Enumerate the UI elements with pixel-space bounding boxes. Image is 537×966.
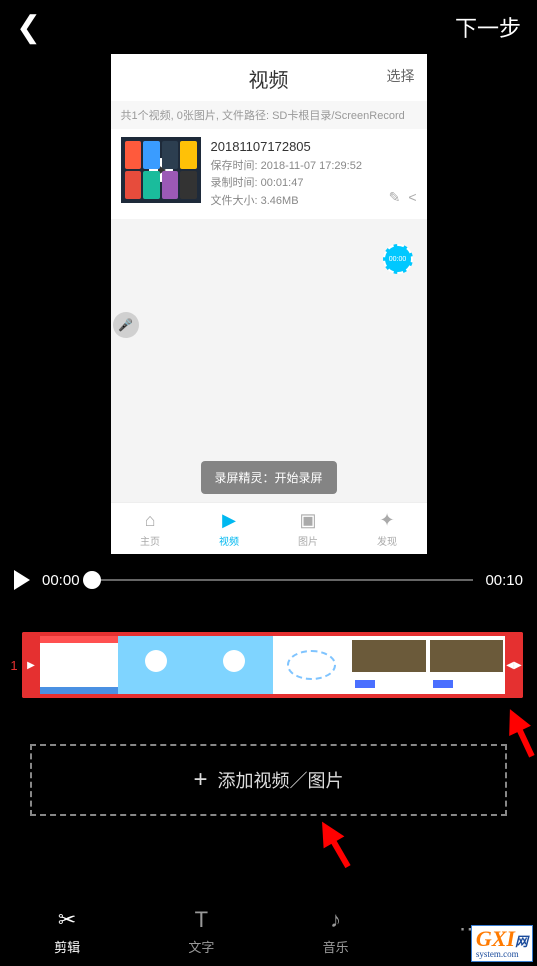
track-number: 1	[6, 658, 22, 673]
toast-message: 录屏精灵：开始录屏	[200, 461, 336, 494]
trim-handle-right[interactable]: ◀▶	[505, 632, 523, 698]
video-icon: ▶	[222, 510, 236, 531]
select-button[interactable]: 选择	[387, 66, 415, 86]
share-icon[interactable]: <	[408, 186, 416, 208]
timeline-frame	[350, 632, 428, 698]
annotation-arrow	[312, 816, 345, 849]
tab-text[interactable]: T 文字	[134, 896, 268, 966]
text-icon: T	[195, 907, 208, 933]
total-time: 00:10	[485, 572, 523, 589]
video-metadata: 20181107172805 保存时间: 2018-11-07 17:29:52…	[201, 137, 417, 211]
timeline: 1 ▶ ◀▶	[0, 602, 537, 698]
home-icon: ⌂	[145, 510, 156, 531]
current-time: 00:00	[42, 572, 80, 589]
preview-subtitle: 共1个视频, 0张图片, 文件路径: SD卡根目录/ScreenRecord	[111, 101, 427, 129]
timeline-frame	[118, 632, 196, 698]
video-thumbnail	[121, 137, 201, 203]
preview-title: 视频	[111, 64, 427, 93]
trim-handle-left[interactable]: ▶	[22, 632, 40, 698]
video-preview: 视频 选择 共1个视频, 0张图片, 文件路径: SD卡根目录/ScreenRe…	[111, 54, 427, 554]
timeline-frames[interactable]	[40, 632, 505, 698]
back-button[interactable]: ❮	[10, 10, 47, 45]
slider-knob[interactable]	[83, 571, 101, 589]
compass-icon: ✦	[379, 510, 394, 531]
playback-slider[interactable]	[92, 579, 474, 581]
tab-edit[interactable]: ✂ 剪辑	[0, 896, 134, 966]
next-step-button[interactable]: 下一步	[449, 11, 527, 43]
preview-tab-video[interactable]: ▶视频	[190, 503, 269, 554]
preview-tab-discover[interactable]: ✦发现	[348, 503, 427, 554]
playback-bar: 00:00 00:10	[0, 554, 537, 602]
music-icon: ♪	[330, 907, 341, 933]
play-button[interactable]	[14, 570, 30, 590]
watermark-logo: GXI网 system.com	[471, 925, 533, 962]
top-bar: ❮ 下一步	[0, 0, 537, 54]
preview-tab-image[interactable]: ▣图片	[269, 503, 348, 554]
timeline-frame	[428, 632, 506, 698]
timeline-frame	[273, 632, 351, 698]
preview-tab-home[interactable]: ⌂主页	[111, 503, 190, 554]
scissors-icon: ✂	[58, 907, 76, 933]
timeline-frame	[195, 632, 273, 698]
bottom-tab-bar: ✂ 剪辑 T 文字 ♪ 音乐 ⋯	[0, 896, 537, 966]
tab-music[interactable]: ♪ 音乐	[269, 896, 403, 966]
video-list-item[interactable]: 20181107172805 保存时间: 2018-11-07 17:29:52…	[111, 129, 427, 219]
mic-icon: 🎤	[113, 312, 139, 338]
preview-tab-bar: ⌂主页 ▶视频 ▣图片 ✦发现	[111, 502, 427, 554]
video-track[interactable]: ▶ ◀▶	[22, 632, 523, 698]
timeline-frame	[40, 632, 118, 698]
preview-header: 视频 选择	[111, 54, 427, 101]
add-media-button[interactable]: + 添加视频／图片	[30, 744, 507, 816]
preview-container: 视频 选择 共1个视频, 0张图片, 文件路径: SD卡根目录/ScreenRe…	[0, 54, 537, 554]
edit-icon[interactable]: ✎	[389, 186, 401, 208]
annotation-arrow	[499, 704, 531, 736]
image-icon: ▣	[299, 510, 316, 531]
add-media-label: 添加视频／图片	[218, 767, 344, 793]
video-filename: 20181107172805	[211, 137, 417, 158]
plus-icon: +	[193, 766, 207, 794]
timer-badge[interactable]: 00:00	[383, 244, 413, 274]
